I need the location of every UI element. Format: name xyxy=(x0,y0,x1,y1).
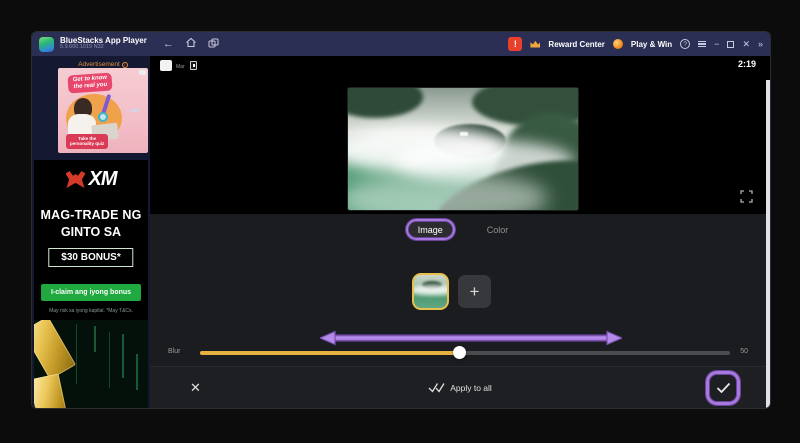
xm-logo: XM xyxy=(34,168,148,191)
tabs-row: Image Color xyxy=(150,219,770,240)
ad-plane-image xyxy=(126,109,142,113)
xm-headline-line1: MAG-TRADE NG xyxy=(40,208,142,222)
annotation-ring-confirm xyxy=(706,370,740,405)
titlebar: BlueStacks App Player 5.9.600.1019 N32 ←… xyxy=(32,32,770,56)
xm-disclaimer: May risk sa iyong kapital. *May T&Cs. xyxy=(49,308,133,314)
titlebar-right-cluster: ! Reward Center Play & Win ? − ✕ » xyxy=(508,37,763,51)
xm-bull-icon xyxy=(65,171,86,188)
home-icon[interactable] xyxy=(185,35,197,53)
ad-magnifier-image xyxy=(98,112,108,122)
clip-thumbnail-selected[interactable] xyxy=(412,273,449,310)
ad-headline: Get to know the real you xyxy=(67,72,113,94)
minimize-button[interactable]: − xyxy=(714,39,719,49)
blur-label: Blur xyxy=(168,348,181,355)
bluestacks-logo-icon xyxy=(39,36,54,52)
ad-choices-icon[interactable] xyxy=(139,70,146,75)
back-icon[interactable]: ← xyxy=(163,38,174,50)
maximize-button[interactable] xyxy=(727,40,735,48)
xm-logo-text: XM xyxy=(88,168,118,190)
confirm-button[interactable] xyxy=(711,376,735,400)
file-icon[interactable] xyxy=(160,60,172,71)
play-and-win-icon xyxy=(612,39,623,49)
check-icon xyxy=(716,382,730,393)
blur-slider-thumb[interactable] xyxy=(453,346,467,360)
alert-icon[interactable]: ! xyxy=(508,37,523,51)
reward-center-button[interactable]: Reward Center xyxy=(548,40,604,49)
tab-color[interactable]: Color xyxy=(481,222,515,238)
version-text: 5.9.600.1019 N32 xyxy=(60,44,104,51)
collapse-toolbar-icon[interactable]: » xyxy=(758,39,763,49)
adjust-panel: Image Color + Blur 50 xyxy=(150,214,770,366)
blur-value: 50 xyxy=(740,348,748,355)
play-and-win-button[interactable]: Play & Win xyxy=(631,40,672,49)
bluestacks-window: BlueStacks App Player 5.9.600.1019 N32 ←… xyxy=(32,32,770,408)
xm-claim-bonus-button[interactable]: I-claim ang iyong bonus xyxy=(41,284,141,301)
gold-bar xyxy=(34,373,69,408)
video-editor-app: Mar 2:19 Image Color + Blur 50 ✕ Apply t… xyxy=(150,56,770,408)
add-clip-button[interactable]: + xyxy=(458,275,491,308)
xm-bonus-box: $30 BONUS* xyxy=(48,248,134,267)
annotation-double-arrow xyxy=(320,330,622,346)
file-label: Mar xyxy=(176,64,185,70)
video-preview[interactable] xyxy=(348,88,578,210)
help-icon[interactable]: ? xyxy=(680,39,691,49)
bottom-action-bar: ✕ Apply to all xyxy=(150,366,770,408)
apply-to-all-label: Apply to all xyxy=(450,382,492,393)
annotation-ellipse-image-tab: Image xyxy=(405,219,455,240)
personality-quiz-ad[interactable]: Get to know the real you Take the person… xyxy=(58,68,148,153)
crown-icon xyxy=(530,40,541,48)
xm-gold-bars-image xyxy=(34,320,148,408)
close-button[interactable]: ✕ xyxy=(742,39,750,49)
file-badge-icon xyxy=(190,61,197,70)
blur-slider[interactable] xyxy=(200,346,730,360)
ad-badge: Take the personality quiz xyxy=(66,133,109,149)
ad-info-icon[interactable]: i xyxy=(121,61,128,68)
xm-trading-ad[interactable]: XM MAG-TRADE NG GINTO SA $30 BONUS* I-cl… xyxy=(34,160,148,408)
status-bar-clock: 2:19 xyxy=(737,59,756,69)
menu-icon[interactable] xyxy=(698,40,707,48)
gold-bar xyxy=(34,320,76,380)
ad-sidebar: Advertisement i Get to know the real you… xyxy=(32,56,150,408)
nav-icons: ← xyxy=(163,35,219,53)
double-check-icon xyxy=(428,383,445,393)
apply-to-all-button[interactable]: Apply to all xyxy=(150,367,770,408)
tab-image[interactable]: Image xyxy=(408,222,452,237)
xm-headline-line2: GINTO SA xyxy=(60,225,122,239)
advertisement-header: Advertisement i xyxy=(58,61,148,68)
title-block: BlueStacks App Player 5.9.600.1019 N32 xyxy=(60,36,147,51)
fullscreen-icon[interactable] xyxy=(738,188,754,204)
advertisement-label: Advertisement xyxy=(78,61,120,68)
blur-slider-fill xyxy=(200,351,460,355)
collapsed-toolbar-handle[interactable] xyxy=(766,80,770,408)
multi-instance-icon[interactable] xyxy=(208,35,219,53)
